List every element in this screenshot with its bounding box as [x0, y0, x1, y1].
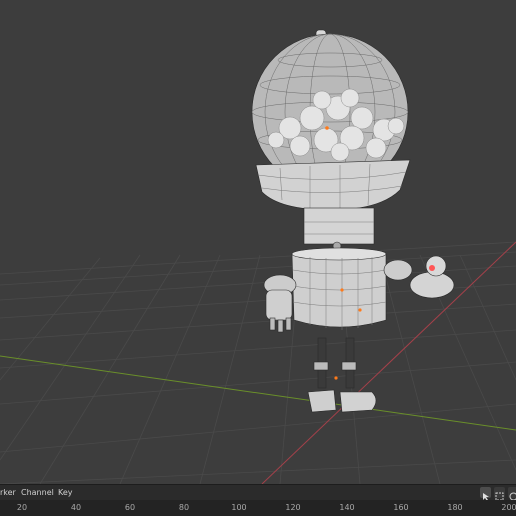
marker-menu[interactable]: rker [0, 487, 16, 498]
channel-menu[interactable]: Channel [21, 487, 54, 498]
y-axis-line [0, 355, 516, 431]
frame-ruler[interactable]: 20 40 60 80 100 120 140 160 180 200 [0, 500, 516, 516]
cursor-arrow-icon[interactable] [480, 487, 491, 501]
ruler-tick: 100 [231, 503, 247, 512]
key-menu[interactable]: Key [58, 487, 73, 498]
gumball-robot-model[interactable] [251, 29, 455, 413]
ruler-tick: 200 [501, 503, 516, 512]
ruler-tick: 80 [178, 503, 190, 512]
overlay-icon[interactable] [508, 487, 516, 501]
ruler-tick: 140 [339, 503, 355, 512]
viewport-scene [0, 29, 516, 484]
ruler-tick: 40 [70, 503, 82, 512]
ruler-tick: 160 [393, 503, 409, 512]
box-select-icon[interactable] [494, 487, 505, 501]
ruler-tick: 20 [16, 503, 28, 512]
ruler-tick: 60 [124, 503, 136, 512]
3d-viewport[interactable] [0, 0, 516, 484]
ruler-tick: 120 [285, 503, 301, 512]
ruler-tick: 180 [447, 503, 463, 512]
timeline-header: rker Channel Key [0, 484, 516, 501]
